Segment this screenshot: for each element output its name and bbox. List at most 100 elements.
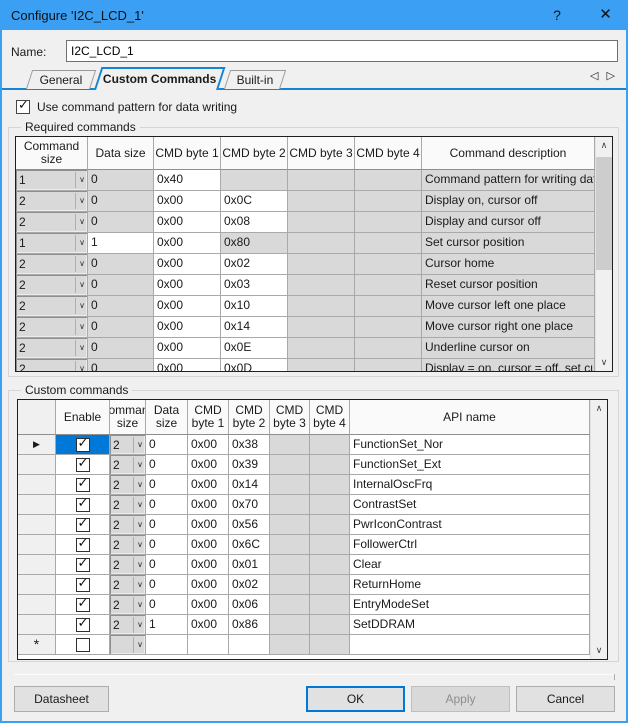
api-name-cell[interactable]: FunctionSet_Nor [350, 435, 590, 455]
cmd-byte-2-cell[interactable]: 0x38 [229, 435, 270, 455]
command-size-dropdown[interactable]: 2∨ [16, 296, 88, 317]
command-size-dropdown[interactable]: 2∨ [16, 275, 88, 296]
command-size-dropdown[interactable]: 2∨ [16, 359, 88, 372]
row-header-cell[interactable]: ▶ [18, 435, 56, 455]
cmd-byte-2-cell[interactable]: 0x10 [221, 296, 288, 317]
command-size-dropdown[interactable]: 2∨ [110, 575, 146, 595]
close-icon[interactable]: ✕ [583, 0, 628, 30]
cmd-byte-1-cell[interactable]: 0x00 [188, 575, 229, 595]
api-name-cell[interactable]: EntryModeSet [350, 595, 590, 615]
enable-checkbox[interactable]: ✓ [56, 475, 110, 495]
enable-checkbox[interactable]: ✓ [56, 555, 110, 575]
command-size-dropdown[interactable]: 1∨ [16, 170, 88, 191]
data-size-cell[interactable] [146, 635, 188, 655]
data-size-cell[interactable]: 0 [146, 495, 188, 515]
command-size-dropdown[interactable]: 2∨ [110, 555, 146, 575]
row-header-cell[interactable] [18, 455, 56, 475]
row-header-cell[interactable] [18, 475, 56, 495]
enable-checkbox[interactable]: ✓ [56, 495, 110, 515]
checkbox-box[interactable]: ✓ [16, 100, 30, 114]
cmd-byte-1-cell[interactable]: 0x00 [188, 535, 229, 555]
command-size-dropdown[interactable]: 2∨ [110, 455, 146, 475]
cmd-byte-2-cell[interactable]: 0x06 [229, 595, 270, 615]
cancel-button[interactable]: Cancel [516, 686, 615, 712]
vertical-scrollbar[interactable]: ∧ ∨ [590, 400, 607, 659]
vertical-scrollbar[interactable]: ∧ ∨ [595, 137, 612, 371]
row-header-cell[interactable] [18, 515, 56, 535]
cmd-byte-2-cell[interactable]: 0x6C [229, 535, 270, 555]
command-size-dropdown[interactable]: 2∨ [16, 317, 88, 338]
command-size-dropdown[interactable]: 2∨ [16, 191, 88, 212]
api-name-cell[interactable]: ReturnHome [350, 575, 590, 595]
api-name-cell[interactable]: SetDDRAM [350, 615, 590, 635]
row-header-cell[interactable]: * [18, 635, 56, 655]
cmd-byte-1-cell[interactable]: 0x00 [188, 495, 229, 515]
enable-checkbox[interactable]: ✓ [56, 575, 110, 595]
cmd-byte-1-cell[interactable]: 0x00 [154, 296, 221, 317]
cmd-byte-1-cell[interactable]: 0x00 [154, 254, 221, 275]
scroll-down-icon[interactable]: ∨ [596, 354, 612, 371]
tab-general[interactable]: General [26, 70, 96, 89]
command-size-dropdown[interactable]: 1∨ [16, 233, 88, 254]
cmd-byte-1-cell[interactable]: 0x00 [188, 615, 229, 635]
cmd-byte-1-cell[interactable]: 0x00 [154, 359, 221, 372]
command-size-dropdown[interactable]: 2∨ [110, 615, 146, 635]
cmd-byte-1-cell[interactable]: 0x00 [154, 338, 221, 359]
row-header-cell[interactable] [18, 575, 56, 595]
cmd-byte-1-cell[interactable]: 0x00 [154, 317, 221, 338]
command-size-dropdown[interactable]: ∨ [110, 635, 146, 655]
api-name-cell[interactable]: FunctionSet_Ext [350, 455, 590, 475]
enable-checkbox[interactable]: ✓ [56, 615, 110, 635]
tab-built-in[interactable]: Built-in [224, 70, 286, 89]
cmd-byte-1-cell[interactable]: 0x00 [154, 191, 221, 212]
data-size-cell[interactable]: 0 [146, 455, 188, 475]
cmd-byte-2-cell[interactable]: 0x03 [221, 275, 288, 296]
tab-custom-commands[interactable]: Custom Commands [94, 67, 225, 90]
command-size-dropdown[interactable]: 2∨ [110, 475, 146, 495]
api-name-cell[interactable]: ContrastSet [350, 495, 590, 515]
enable-checkbox[interactable]: ✓ [56, 535, 110, 555]
cmd-byte-2-cell[interactable]: 0x0C [221, 191, 288, 212]
command-size-dropdown[interactable]: 2∨ [110, 495, 146, 515]
scroll-down-icon[interactable]: ∨ [591, 642, 607, 659]
cmd-byte-2-cell[interactable]: 0x86 [229, 615, 270, 635]
command-size-dropdown[interactable]: 2∨ [110, 535, 146, 555]
enable-checkbox[interactable]: ✓ [56, 515, 110, 535]
scroll-up-icon[interactable]: ∧ [596, 137, 612, 154]
cmd-byte-1-cell[interactable]: 0x00 [188, 595, 229, 615]
enable-checkbox[interactable]: ✓ [56, 455, 110, 475]
cmd-byte-2-cell[interactable]: 0x0E [221, 338, 288, 359]
apply-button[interactable]: Apply [411, 686, 510, 712]
cmd-byte-2-cell[interactable]: 0x14 [221, 317, 288, 338]
row-header-cell[interactable] [18, 595, 56, 615]
api-name-cell[interactable]: FollowerCtrl [350, 535, 590, 555]
cmd-byte-2-cell[interactable]: 0x02 [229, 575, 270, 595]
api-name-cell[interactable]: InternalOscFrq [350, 475, 590, 495]
command-size-dropdown[interactable]: 2∨ [110, 435, 146, 455]
cmd-byte-1-cell[interactable]: 0x00 [154, 233, 221, 254]
cmd-byte-2-cell[interactable]: 0x0D [221, 359, 288, 372]
data-size-cell[interactable]: 0 [146, 595, 188, 615]
help-icon[interactable]: ? [537, 0, 577, 30]
row-header-cell[interactable] [18, 555, 56, 575]
row-header-cell[interactable] [18, 495, 56, 515]
data-size-cell[interactable]: 0 [146, 575, 188, 595]
cmd-byte-2-cell[interactable]: 0x14 [229, 475, 270, 495]
tab-scroll-right-icon[interactable]: ▷ [607, 70, 615, 82]
ok-button[interactable]: OK [306, 686, 405, 712]
cmd-byte-2-cell[interactable]: 0x56 [229, 515, 270, 535]
data-size-cell[interactable]: 0 [146, 515, 188, 535]
cmd-byte-2-cell[interactable] [229, 635, 270, 655]
command-size-dropdown[interactable]: 2∨ [16, 338, 88, 359]
cmd-byte-2-cell[interactable]: 0x08 [221, 212, 288, 233]
scroll-up-icon[interactable]: ∧ [591, 400, 607, 417]
name-input[interactable] [66, 40, 618, 62]
data-size-cell[interactable]: 0 [146, 535, 188, 555]
cmd-byte-1-cell[interactable]: 0x00 [188, 435, 229, 455]
datasheet-button[interactable]: Datasheet [14, 686, 109, 712]
data-size-cell[interactable]: 0 [146, 435, 188, 455]
command-size-dropdown[interactable]: 2∨ [110, 595, 146, 615]
cmd-byte-1-cell[interactable]: 0x00 [188, 555, 229, 575]
api-name-cell[interactable]: Clear [350, 555, 590, 575]
use-command-pattern-checkbox[interactable]: ✓ Use command pattern for data writing [16, 100, 237, 114]
